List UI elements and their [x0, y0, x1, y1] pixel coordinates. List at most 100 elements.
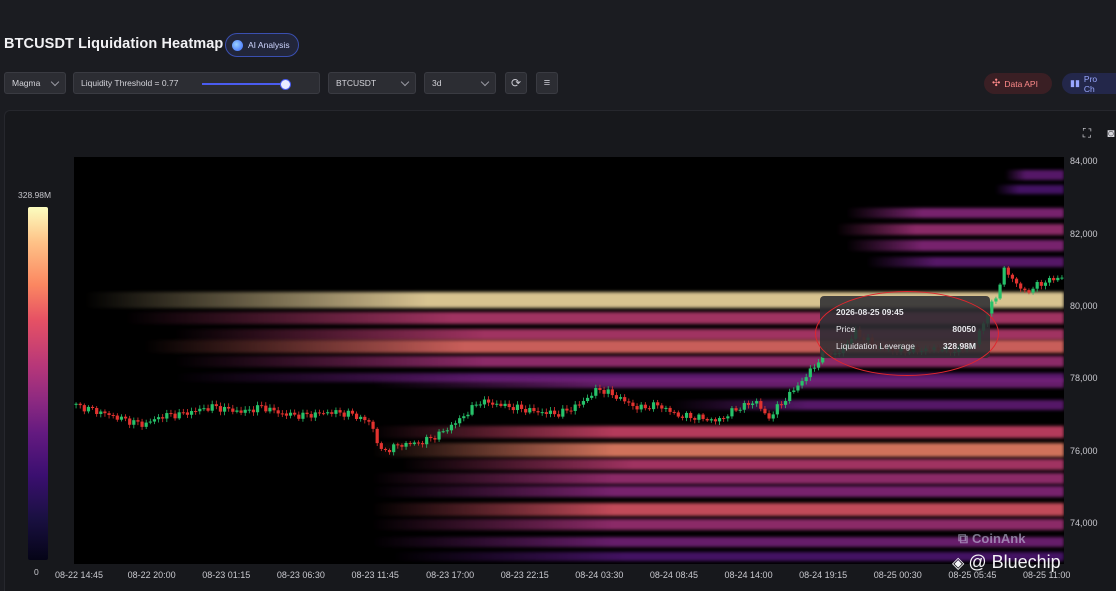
x-tick-label: 08-23 17:00: [426, 570, 475, 580]
candle: [99, 411, 103, 415]
candle: [387, 450, 392, 453]
candle: [173, 413, 177, 419]
fullscreen-icon[interactable]: ⛶: [1080, 126, 1094, 140]
liquidity-threshold-control[interactable]: Liquidity Threshold = 0.77: [73, 72, 320, 94]
candle: [750, 403, 755, 405]
y-tick-label: 84,000: [1070, 156, 1098, 167]
candle: [755, 401, 759, 404]
range-select[interactable]: 3d: [424, 72, 496, 94]
candle: [260, 405, 264, 407]
pro-chart-button[interactable]: ▮▮ Pro Ch: [1062, 73, 1116, 94]
camera-icon[interactable]: ◙: [1104, 126, 1116, 140]
candle: [346, 410, 350, 417]
candle: [602, 390, 606, 394]
candle: [491, 402, 495, 405]
data-api-button[interactable]: ✣ Data API: [984, 73, 1052, 94]
candle: [627, 401, 631, 403]
candle: [623, 397, 627, 402]
candle: [354, 413, 359, 419]
candle: [301, 412, 305, 419]
candle: [437, 431, 441, 440]
candle: [664, 407, 668, 409]
candle: [350, 410, 355, 414]
candle: [297, 414, 301, 419]
candle: [635, 406, 639, 410]
candle: [119, 416, 124, 420]
candle: [321, 413, 326, 415]
candle: [206, 408, 210, 411]
candle: [705, 418, 709, 421]
candle: [536, 411, 540, 413]
candle: [392, 444, 396, 453]
threshold-label: Liquidity Threshold = 0.77: [81, 78, 179, 88]
candle: [181, 412, 185, 414]
candle: [284, 413, 289, 416]
candle: [742, 403, 746, 410]
candle: [994, 298, 998, 302]
candle: [618, 397, 623, 399]
candle: [156, 417, 161, 420]
threshold-slider-handle[interactable]: [280, 79, 291, 90]
candle: [990, 301, 994, 314]
candle: [429, 436, 433, 439]
candle: [445, 430, 449, 432]
ai-analysis-button[interactable]: AI Analysis: [225, 33, 299, 57]
candle: [239, 410, 243, 413]
threshold-slider-track[interactable]: [202, 83, 290, 85]
candle: [363, 416, 367, 421]
candle: [375, 428, 379, 444]
candle: [775, 404, 779, 415]
candle: [482, 399, 487, 405]
candle: [342, 412, 346, 417]
candle: [808, 368, 812, 378]
candle: [359, 416, 363, 419]
candle: [734, 408, 738, 411]
candle: [115, 415, 119, 420]
candle: [738, 409, 742, 411]
candle: [590, 395, 594, 398]
candle: [532, 408, 536, 412]
candle: [684, 412, 689, 418]
candle: [717, 418, 722, 422]
candle: [660, 405, 664, 409]
candle: [656, 402, 660, 406]
colorbar-min-label: 0: [34, 567, 39, 577]
candle: [317, 412, 322, 414]
candle: [293, 412, 297, 415]
colormap-select[interactable]: Magma: [4, 72, 66, 94]
y-tick-label: 76,000: [1070, 445, 1098, 456]
range-value: 3d: [432, 78, 442, 88]
candle: [693, 418, 697, 420]
x-tick-label: 08-24 14:00: [724, 570, 773, 580]
candle: [1035, 281, 1039, 289]
colorbar: [28, 207, 48, 560]
coinank-watermark: ⧉ CoinAnk: [958, 530, 1025, 547]
candle: [680, 416, 685, 418]
refresh-button[interactable]: ⟳: [505, 72, 527, 94]
candle: [416, 442, 421, 444]
symbol-select[interactable]: BTCUSDT: [328, 72, 416, 94]
list-button[interactable]: ≡: [536, 72, 558, 94]
candle: [202, 408, 206, 410]
candle: [90, 406, 95, 409]
coinank-label: CoinAnk: [972, 531, 1026, 546]
candle: [701, 414, 705, 419]
candle: [548, 410, 553, 414]
candle: [251, 409, 256, 413]
candle: [136, 420, 140, 422]
candle: [594, 388, 598, 396]
candle: [1027, 290, 1031, 293]
candle: [1023, 288, 1027, 291]
candle: [507, 403, 511, 408]
candle: [598, 388, 602, 391]
y-tick-label: 82,000: [1070, 228, 1098, 239]
y-tick-label: 78,000: [1070, 373, 1098, 384]
pro-chart-label: Pro Ch: [1083, 73, 1098, 94]
candle: [367, 420, 371, 422]
candle: [1056, 277, 1060, 281]
x-tick-label: 08-24 19:15: [799, 570, 848, 580]
candle: [128, 418, 132, 425]
candle: [140, 421, 144, 427]
candle: [210, 404, 214, 411]
candle: [503, 403, 507, 407]
